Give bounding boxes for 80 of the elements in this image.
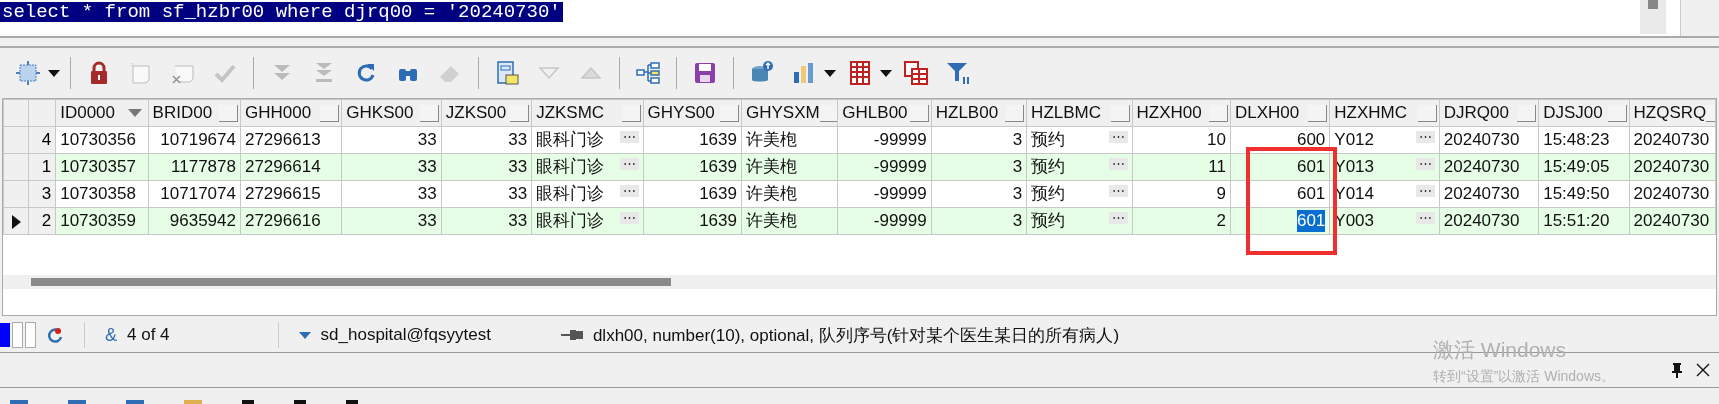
ellipsis-button[interactable]: ⋯ [619,158,639,170]
table-cell[interactable]: 3 [1012,156,1023,178]
ellipsis-button[interactable]: ⋯ [1415,131,1435,143]
caret-icon[interactable] [48,69,60,77]
sql-query-text: select * from sf_hzbr00 where djrq00 = '20240730' [0,2,563,22]
ellipsis-button[interactable]: ⋯ [1108,131,1128,143]
table-cell[interactable]: 眼科门诊 [536,156,605,178]
sort-arrow-icon[interactable] [127,109,142,117]
column-filter-button[interactable] [510,104,530,122]
table-cell[interactable]: 33 [417,129,437,151]
record-count: 4 of 4 [127,325,170,345]
column-filter-button[interactable] [909,104,929,122]
column-filter-button[interactable] [819,104,837,122]
column-filter-button[interactable] [1517,104,1537,122]
progress-indicator [0,323,10,347]
table-cell[interactable]: 3 [1012,210,1023,232]
table-cell[interactable]: 预约 [1031,156,1066,178]
table-cell[interactable]: 33 [508,210,528,232]
table-cell[interactable]: 33 [417,156,437,178]
scrollbar-thumb[interactable] [31,278,671,286]
table-cell[interactable]: 预约 [1031,210,1066,232]
column-filter-button[interactable] [218,104,238,122]
sql-editor[interactable]: select * from sf_hzbr00 where djrq00 = '20240730' [0,0,1681,36]
table-cell[interactable]: 9 [1216,183,1226,205]
table-cell[interactable]: 3 [1012,183,1023,205]
progress-segment [25,322,36,348]
table-cell[interactable]: 3 [1012,129,1023,151]
table-cell[interactable]: 10 [1207,129,1226,151]
ellipsis-button[interactable]: ⋯ [1108,212,1128,224]
table-cell[interactable]: 601 [1296,210,1326,232]
pin-icon[interactable] [1671,362,1683,378]
table-cell[interactable]: 预约 [1031,129,1066,151]
column-filter-button[interactable] [1110,104,1130,122]
table-cell[interactable]: 眼科门诊 [536,210,605,232]
scrollbar-thumb[interactable] [1648,0,1658,9]
column-filter-button[interactable] [419,104,439,122]
column-filter-button[interactable] [719,104,739,122]
field-info: dlxh00, number(10), optional, 队列序号(针对某个医生某日的所有病人) [592,324,1120,347]
column-filter-button[interactable] [1607,104,1627,122]
table-cell[interactable]: Y013 [1334,156,1375,178]
horizontal-scrollbar[interactable] [3,275,1716,289]
ellipsis-button[interactable]: ⋯ [619,131,639,143]
column-filter-button[interactable] [1308,104,1328,122]
table-cell[interactable]: 11 [1208,156,1226,178]
caret-icon[interactable] [824,69,836,77]
ellipsis-button[interactable]: ⋯ [619,185,639,197]
table-cell[interactable]: 33 [417,210,437,232]
column-filter-button[interactable] [1005,104,1025,122]
table-cell[interactable]: 33 [508,183,528,205]
vertical-scrollbar[interactable] [1640,0,1666,34]
progress-segment [12,322,23,348]
ellipsis-button[interactable]: ⋯ [1108,158,1128,170]
table-cell[interactable]: 2 [1216,210,1226,232]
table-cell[interactable]: 33 [417,183,437,205]
table-cell[interactable]: 33 [508,129,528,151]
ellipsis-button[interactable]: ⋯ [619,212,639,224]
table-cell[interactable]: 预约 [1031,183,1066,205]
close-icon[interactable] [1695,362,1711,378]
ellipsis-button[interactable]: ⋯ [1415,158,1435,170]
table-cell[interactable]: 33 [508,156,528,178]
table-cell[interactable]: Y014 [1334,183,1375,205]
ellipsis-button[interactable]: ⋯ [1415,185,1435,197]
column-filter-button[interactable] [1208,104,1228,122]
table-cell[interactable]: 眼科门诊 [536,183,605,205]
column-filter-button[interactable] [320,104,340,122]
activation-message: 转到“设置”以激活 Windows。 [1433,368,1615,386]
table-cell[interactable]: 眼科门诊 [536,129,605,151]
ellipsis-button[interactable]: ⋯ [1108,185,1128,197]
link-symbol: & [105,324,117,346]
table-cell[interactable]: Y012 [1334,129,1375,151]
refresh-icon[interactable] [46,326,64,344]
ellipsis-button[interactable]: ⋯ [1415,212,1435,224]
table-cell[interactable]: Y003 [1334,210,1375,232]
caret-icon[interactable] [880,69,892,77]
splitter-bar[interactable] [0,36,1719,48]
connection-name[interactable]: sd_hospital@fqsyytest [320,325,491,345]
column-filter-button[interactable] [621,104,641,122]
dropdown-caret-icon[interactable] [298,331,311,339]
column-filter-button[interactable] [1417,104,1437,122]
pin-icon [560,330,583,340]
